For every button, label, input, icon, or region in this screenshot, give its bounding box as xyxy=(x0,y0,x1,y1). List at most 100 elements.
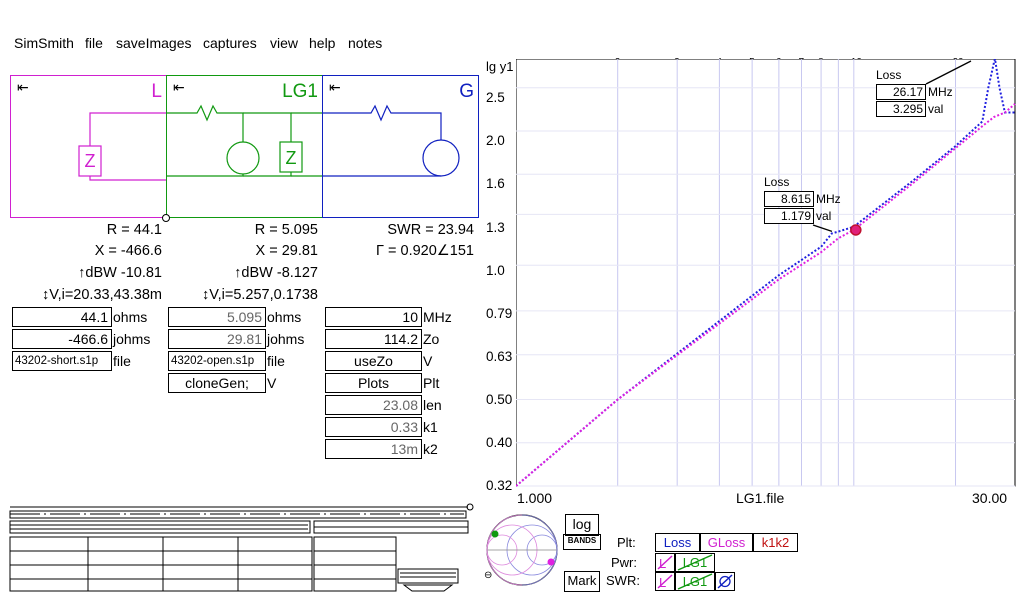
l-file-field[interactable]: 43202-short.s1p xyxy=(12,351,112,371)
pwr-l-toggle[interactable]: L xyxy=(655,553,675,572)
svg-text:Z: Z xyxy=(85,151,96,171)
checked-slash-icon: L xyxy=(657,574,673,590)
checked-slash-icon: L xyxy=(657,555,673,571)
l-johms-field[interactable]: -466.6 xyxy=(12,329,112,349)
generator-field-len[interactable]: 23.08 xyxy=(325,395,422,415)
y-tick-label: 0.79 xyxy=(486,306,513,321)
swr-l-toggle[interactable]: L xyxy=(655,572,675,591)
panel-load[interactable]: ⇤ L Z xyxy=(10,75,167,218)
x-axis-right-label: 30.00 xyxy=(972,490,1008,506)
panel-lg1[interactable]: ⇤ LG1 Z xyxy=(166,75,323,218)
menu-file[interactable]: file xyxy=(85,35,103,51)
marker1-value-unit: val xyxy=(816,209,832,223)
menu-help[interactable]: help xyxy=(309,35,335,51)
unit-label: len xyxy=(423,397,442,413)
unit-label: johms xyxy=(267,331,305,347)
junction-dot xyxy=(162,214,170,222)
generator-schematic-icon xyxy=(323,104,460,177)
log-button[interactable]: log xyxy=(565,514,599,536)
load-impedance-schematic-icon: Z xyxy=(78,112,166,181)
marker2-freq[interactable]: 26.17 xyxy=(876,84,926,100)
plt-loss-toggle[interactable]: Loss xyxy=(655,533,700,552)
y-tick-label: 2.0 xyxy=(486,133,505,148)
checked-slash-icon xyxy=(677,554,713,571)
smith-zoom-icon[interactable]: ⊖ xyxy=(484,570,492,581)
svg-text:L: L xyxy=(659,556,666,571)
circuit-thumbnail-preview[interactable] xyxy=(8,503,478,593)
y-tick-label: 0.50 xyxy=(486,392,513,407)
generator-field-k1[interactable]: 0.33 xyxy=(325,417,422,437)
menu-notes[interactable]: notes xyxy=(348,35,382,51)
generator-field-v[interactable]: useZo xyxy=(325,351,422,371)
generator-field-mhz[interactable]: 10 xyxy=(325,307,422,327)
menu-simsmith[interactable]: SimSmith xyxy=(14,35,74,51)
pwr-lg1-toggle[interactable]: LG1 xyxy=(675,553,715,572)
gamma-readout: Γ = 0.920∠151 xyxy=(376,243,474,259)
plt-gloss-toggle[interactable]: GLoss xyxy=(700,533,753,552)
plt-k1k2-toggle[interactable]: k1k2 xyxy=(753,533,798,552)
swr-readout: SWR = 23.94 xyxy=(387,222,474,238)
marker2-freq-unit: MHz xyxy=(928,85,953,99)
l-power: ↑dBW -10.81 xyxy=(78,265,162,281)
current-frequency-marker[interactable] xyxy=(850,224,862,236)
marker1-title: Loss xyxy=(764,175,790,189)
generator-field-zo[interactable]: 114.2 xyxy=(325,329,422,349)
y-tick-label: 2.5 xyxy=(486,90,505,105)
lg1-reactance: X = 29.81 xyxy=(255,243,318,259)
menu-saveimages[interactable]: saveImages xyxy=(116,35,191,51)
swr-lg1-toggle[interactable]: LG1 xyxy=(675,572,715,591)
svg-text:Z: Z xyxy=(286,148,297,168)
unit-label: k1 xyxy=(423,419,438,435)
marker2-title: Loss xyxy=(876,68,902,82)
lg1-power: ↑dBW -8.127 xyxy=(234,265,318,281)
y-tick-label: 0.63 xyxy=(486,349,513,364)
y-tick-label: 1.6 xyxy=(486,176,505,191)
marker1-freq-unit: MHz xyxy=(816,192,841,206)
generator-field-k2[interactable]: 13m xyxy=(325,439,422,459)
y-tick-label: 0.40 xyxy=(486,435,513,450)
unit-label: MHz xyxy=(423,309,452,325)
menu-bar: SimSmith file saveImages captures view h… xyxy=(0,32,1024,54)
marker1-freq[interactable]: 8.615 xyxy=(764,191,814,207)
lg1-voltage-current: ↕V,i=5.257,0.1738 xyxy=(202,287,318,303)
pwr-label: Pwr: xyxy=(611,555,637,570)
generator-field-plt[interactable]: Plots xyxy=(325,373,422,393)
plt-label: Plt: xyxy=(617,535,636,550)
lg1-clone-field[interactable]: cloneGen; xyxy=(168,373,266,393)
panel-generator[interactable]: ⇤ G xyxy=(322,75,479,218)
unit-label: johms xyxy=(113,331,151,347)
unit-label: Zo xyxy=(423,331,440,347)
y-tick-label: 1.3 xyxy=(486,220,505,235)
series-line-schematic-icon: Z xyxy=(167,104,322,177)
mark-button[interactable]: Mark xyxy=(564,571,600,592)
checked-slash-icon xyxy=(677,573,713,590)
svg-text:L: L xyxy=(659,575,666,590)
lg1-ohms-field[interactable]: 5.095 xyxy=(168,307,266,327)
swr-g-toggle[interactable] xyxy=(715,572,735,591)
bands-button[interactable]: BANDS xyxy=(563,534,601,550)
lg1-johms-field[interactable]: 29.81 xyxy=(168,329,266,349)
l-voltage-current: ↕V,i=20.33,43.38m xyxy=(42,287,162,303)
l-ohms-field[interactable]: 44.1 xyxy=(12,307,112,327)
loss-plot-area[interactable] xyxy=(516,59,1016,487)
x-axis-left-label: 1.000 xyxy=(517,490,553,506)
y-axis-label: lg y1 xyxy=(486,59,514,74)
unit-label: file xyxy=(267,353,285,369)
unit-label: k2 xyxy=(423,441,438,457)
l-resistance: R = 44.1 xyxy=(106,222,162,238)
smith-chart-thumbnail[interactable] xyxy=(484,512,560,588)
marker1-value[interactable]: 1.179 xyxy=(764,208,814,224)
unit-label: ohms xyxy=(113,309,148,325)
lg1-resistance: R = 5.095 xyxy=(254,222,318,238)
unit-label: file xyxy=(113,353,131,369)
unit-label: V xyxy=(423,353,433,369)
marker2-value[interactable]: 3.295 xyxy=(876,101,926,117)
marker2-value-unit: val xyxy=(928,102,944,116)
lg1-file-field[interactable]: 43202-open.s1p xyxy=(168,351,266,371)
checked-slash-icon xyxy=(717,574,733,589)
l-reactance: X = -466.6 xyxy=(94,243,162,259)
smith-marker-magenta xyxy=(547,558,555,566)
menu-view[interactable]: view xyxy=(270,35,298,51)
menu-captures[interactable]: captures xyxy=(203,35,257,51)
y-tick-label: 1.0 xyxy=(486,263,505,278)
